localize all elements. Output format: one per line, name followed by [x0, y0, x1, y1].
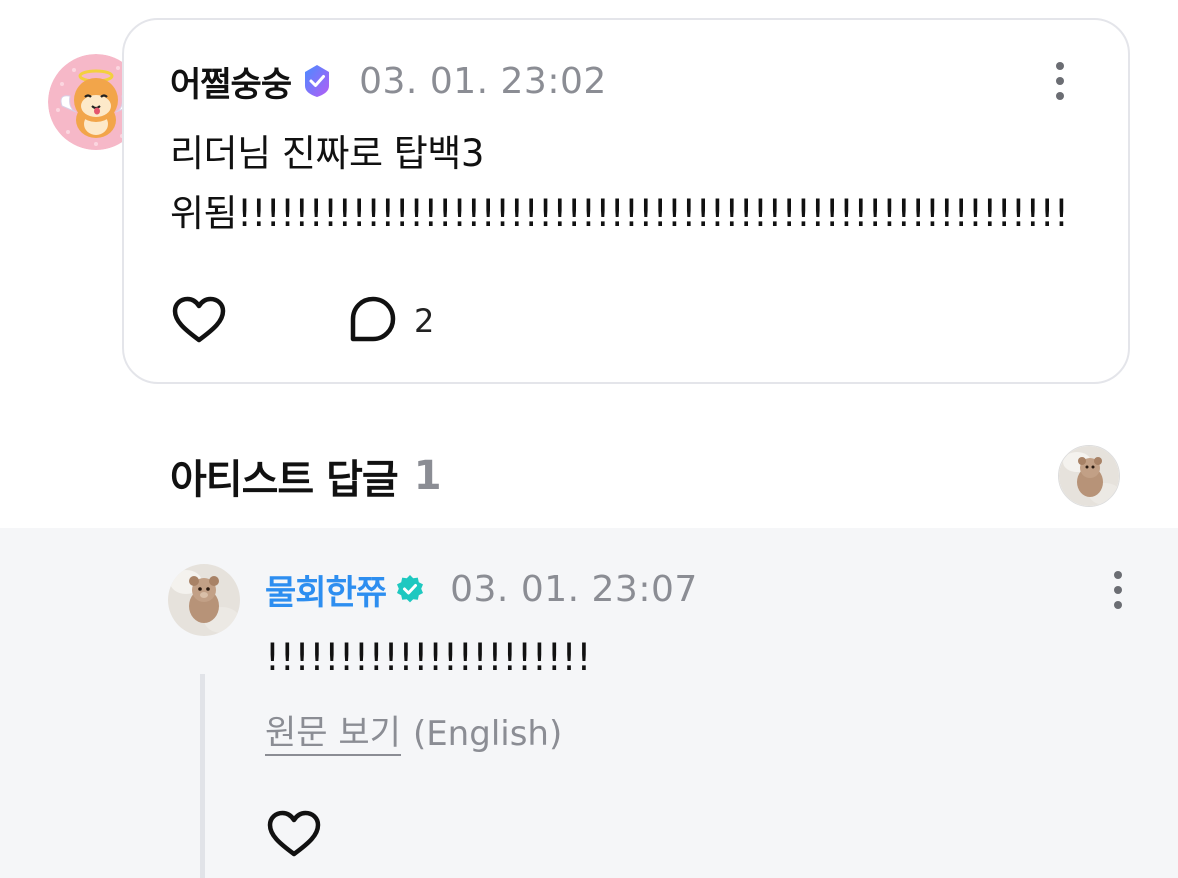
comment-bubble-icon	[348, 294, 398, 348]
artist-replies-header: 아티스트 답글 1	[170, 444, 442, 508]
post-text: 리더님 진짜로 탑백3 위됨!!!!!!!!!!!!!!!!!!!!!!!!!!…	[170, 124, 1069, 244]
artist-reply-area: 물회한쮸 03. 01. 23:07 !!!!!!!!!!!!!!!!!!!!!…	[0, 528, 1178, 878]
post-text-line-1: 리더님 진짜로 탑백3	[170, 132, 484, 175]
artist-replies-count: 1	[413, 453, 442, 499]
original-language: (English)	[412, 714, 563, 754]
reply-header: 물회한쮸 03. 01. 23:07	[265, 564, 698, 614]
post-text-line-2: 위됨!!!!!!!!!!!!!!!!!!!!!!!!!!!!!!!!!!!!!!…	[170, 192, 1069, 235]
translate-row: 원문 보기 (English)	[265, 706, 562, 762]
post-author-name[interactable]: 어쩔숭숭	[170, 57, 292, 106]
post-header: 어쩔숭숭 03. 01. 23:02	[170, 56, 607, 106]
artist-avatar-thumbnail[interactable]	[1058, 445, 1120, 507]
post-more-vertical-icon[interactable]	[1048, 56, 1072, 106]
reply-author-avatar[interactable]	[168, 564, 240, 636]
post-card: 어쩔숭숭 03. 01. 23:02 리더님 진짜로 탑백3 위됨!!!!!!!…	[122, 18, 1130, 384]
post-timestamp: 03. 01. 23:02	[359, 60, 607, 102]
reply-timestamp: 03. 01. 23:07	[450, 568, 698, 610]
thread-line	[200, 674, 205, 878]
reply-more-vertical-icon[interactable]	[1106, 565, 1130, 615]
reply-heart-icon[interactable]	[265, 808, 323, 860]
reply-text: !!!!!!!!!!!!!!!!!!!!!!	[265, 636, 592, 679]
post-heart-icon[interactable]	[170, 294, 228, 346]
reply-author-name[interactable]: 물회한쮸	[265, 565, 387, 614]
post-reply-button[interactable]: 2	[348, 294, 434, 348]
verified-badge-icon	[394, 573, 426, 605]
verified-badge-icon	[299, 63, 335, 99]
view-original-link[interactable]: 원문 보기	[265, 712, 401, 756]
reply-count: 2	[414, 302, 435, 340]
artist-replies-title: 아티스트 답글	[170, 457, 399, 503]
